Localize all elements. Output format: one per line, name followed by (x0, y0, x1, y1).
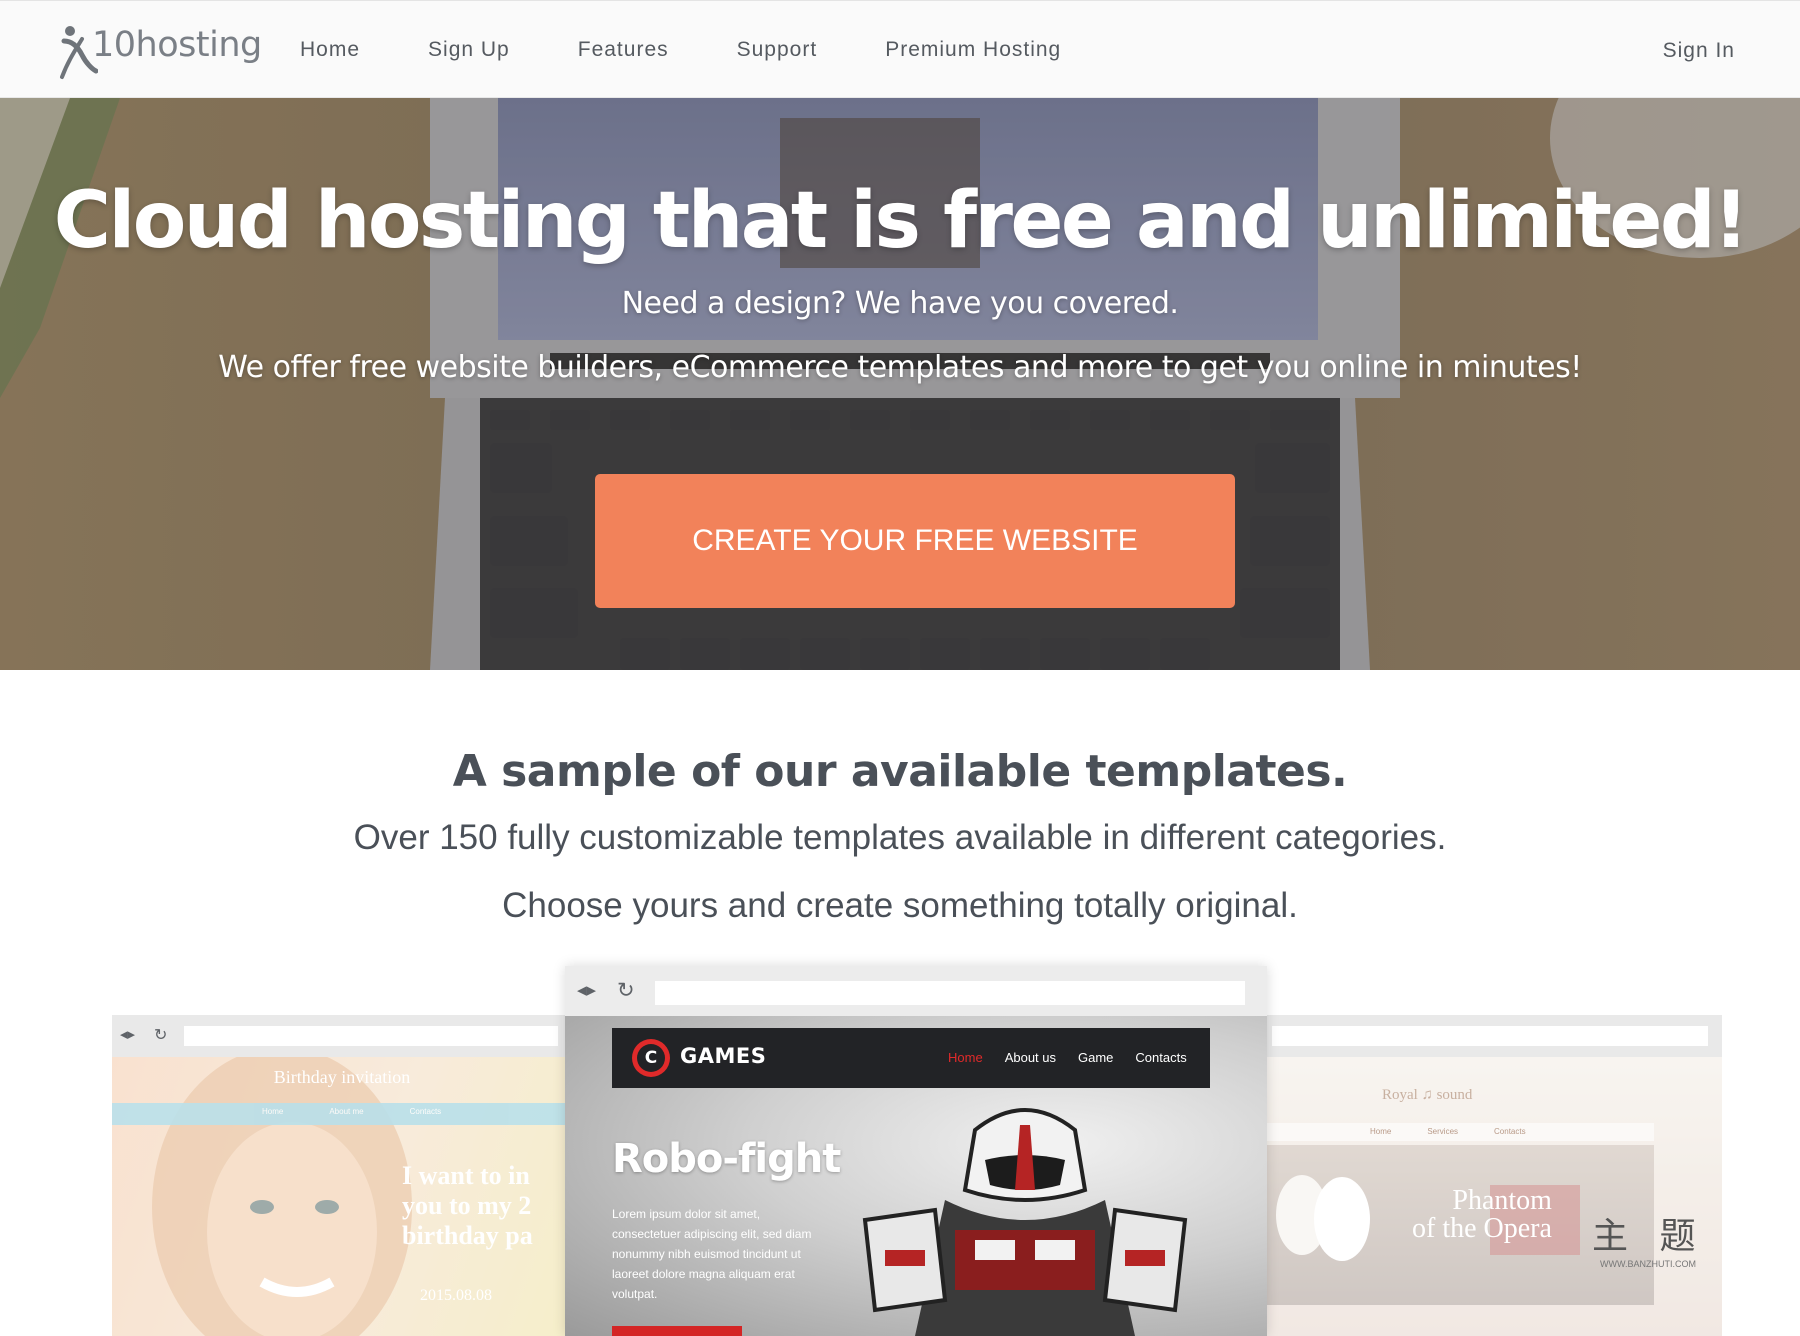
site-logo[interactable]: 10hosting (58, 21, 262, 81)
games-headline: Robo-fight (612, 1136, 841, 1182)
arrows-icon[interactable]: ◂▸ (120, 1025, 135, 1043)
games-cta-button[interactable] (612, 1326, 742, 1336)
birthday-heading-line: you to my 2 (402, 1191, 532, 1220)
games-body-text: Lorem ipsum dolor sit amet, consectetuer… (612, 1207, 812, 1301)
watermark-url: WWW.BANZHUTI.COM (1600, 1259, 1696, 1269)
birthday-brand: Birthday invitation (273, 1067, 411, 1087)
main-nav: Home Sign Up Features Support Premium Ho… (300, 1, 1129, 99)
royal-template-body: Royal ♫ sound Home Services Contacts Pha… (1262, 1057, 1722, 1336)
games-menu-contacts[interactable]: Contacts (1135, 1050, 1186, 1065)
birthday-menu-contacts[interactable]: Contacts (410, 1107, 442, 1116)
arrows-icon[interactable]: ◂▸ (577, 979, 596, 1001)
browser-toolbar: ◂▸ ↻ (565, 966, 1267, 1016)
browser-toolbar (1262, 1015, 1722, 1057)
browser-toolbar: ◂▸ ↻ (112, 1015, 572, 1057)
watermark: 主 题 (1592, 1216, 1706, 1257)
nav-premium-hosting[interactable]: Premium Hosting (885, 38, 1061, 62)
hero-section: Cloud hosting that is free and unlimited… (0, 98, 1800, 670)
logo-text: 10hosting (92, 25, 262, 65)
nav-features[interactable]: Features (578, 38, 669, 62)
royal-menu-home[interactable]: Home (1370, 1127, 1391, 1136)
birthday-date: 2015.08.08 (420, 1287, 492, 1304)
sign-in-link[interactable]: Sign In (1663, 39, 1735, 63)
top-navbar: 10hosting Home Sign Up Features Support … (0, 0, 1800, 98)
opera-title-line: Phantom (1452, 1185, 1552, 1216)
create-free-website-button[interactable]: CREATE YOUR FREE WEBSITE (595, 474, 1235, 608)
royal-menu-contacts[interactable]: Contacts (1494, 1127, 1526, 1136)
opera-title-line: of the Opera (1412, 1213, 1552, 1244)
templates-subtitle-choose: Choose yours and create something totall… (502, 886, 1298, 925)
games-logo-letter: C (637, 1044, 665, 1072)
royal-menu-services[interactable]: Services (1427, 1127, 1458, 1136)
templates-subtitle-count: Over 150 fully customizable templates av… (353, 818, 1447, 857)
birthday-heading-line: I want to in (402, 1161, 530, 1190)
birthday-template-body: Birthday invitation Home About me Contac… (112, 1057, 572, 1336)
games-menu-home[interactable]: Home (948, 1050, 983, 1065)
hero-subtitle-design: Need a design? We have you covered. (621, 286, 1179, 321)
birthday-heading-line: birthday pa (402, 1221, 533, 1250)
birthday-menu-about[interactable]: About me (329, 1107, 363, 1116)
cta-label: CREATE YOUR FREE WEBSITE (692, 524, 1138, 557)
opera-title: Phantom of the Opera (1412, 1187, 1552, 1243)
nav-home[interactable]: Home (300, 38, 360, 62)
royal-brand: Royal ♫ sound (1382, 1087, 1473, 1103)
reload-icon[interactable]: ↻ (154, 1025, 167, 1044)
template-preview-royal-sound[interactable]: Royal ♫ sound Home Services Contacts Pha… (1262, 1015, 1722, 1336)
nav-sign-up[interactable]: Sign Up (428, 38, 510, 62)
template-preview-games[interactable]: ◂▸ ↻ C GAMES Home About us Game Contacts… (565, 966, 1267, 1336)
nav-support[interactable]: Support (737, 38, 818, 62)
games-logo-icon[interactable]: C (632, 1039, 670, 1077)
royal-menu: Home Services Contacts (1262, 1123, 1654, 1141)
address-bar[interactable] (184, 1026, 558, 1046)
template-preview-birthday[interactable]: ◂▸ ↻ Birthday invitation Home About me C… (112, 1015, 572, 1336)
games-template-body: C GAMES Home About us Game Contacts Robo… (565, 1016, 1267, 1336)
games-menu-about[interactable]: About us (1005, 1050, 1056, 1065)
games-navbar: C GAMES Home About us Game Contacts (612, 1028, 1210, 1088)
birthday-menu-home[interactable]: Home (262, 1107, 283, 1116)
hero-title: Cloud hosting that is free and unlimited… (53, 176, 1749, 266)
games-menu-game[interactable]: Game (1078, 1050, 1113, 1065)
robot-illustration (862, 1108, 1188, 1336)
address-bar[interactable] (1272, 1026, 1708, 1046)
games-menu: Home About us Game Contacts (948, 1050, 1187, 1065)
birthday-heading: I want to in you to my 2 birthday pa (402, 1161, 533, 1251)
games-brand: GAMES (680, 1044, 767, 1068)
reload-icon[interactable]: ↻ (617, 978, 635, 1002)
hero-subtitle-offer: We offer free website builders, eCommerc… (218, 350, 1582, 385)
templates-title: A sample of our available templates. (452, 746, 1348, 797)
birthday-menu: Home About me Contacts (112, 1103, 572, 1125)
address-bar[interactable] (655, 981, 1245, 1005)
